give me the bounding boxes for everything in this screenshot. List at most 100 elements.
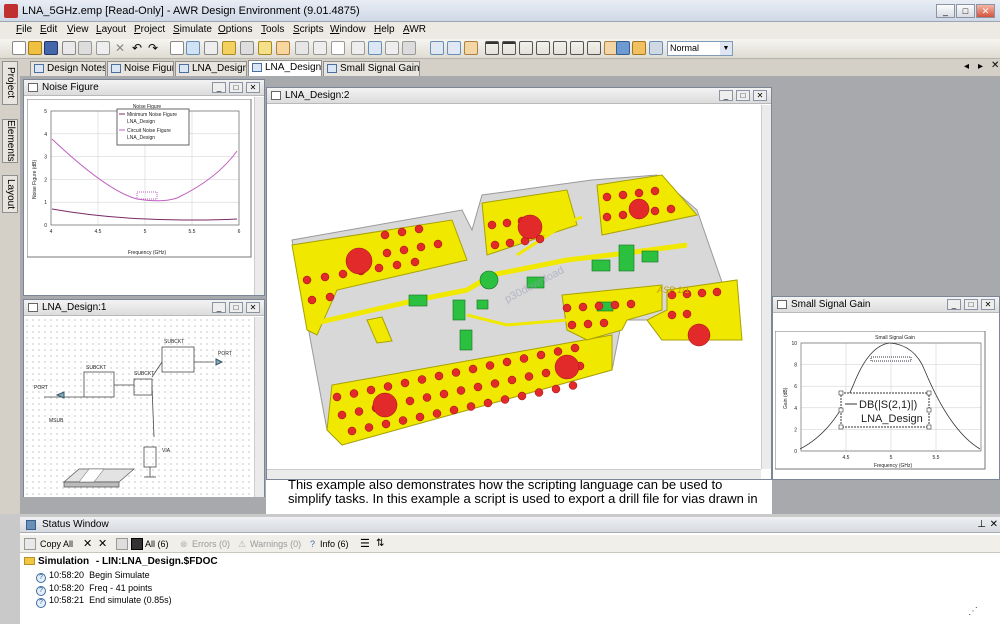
tune-tool-icon[interactable] — [276, 41, 290, 55]
analyze-icon[interactable] — [240, 41, 254, 55]
noise-figure-titlebar[interactable]: Noise Figure _ □ ✕ — [24, 80, 264, 96]
tab-design-notes[interactable]: Design Notes — [30, 61, 106, 76]
layout-view-icon[interactable] — [430, 41, 444, 55]
tab-lna-design-2[interactable]: LNA_Design:2 — [248, 60, 322, 76]
menu-layout[interactable]: Layout — [96, 24, 126, 35]
status-message[interactable]: ? 10:58:20 Begin Simulate — [36, 569, 150, 583]
lna-design-1-window[interactable]: LNA_Design:1 _ □ ✕ SUBCKT SUBCKT SUBCKT … — [23, 299, 265, 497]
align-bottom-icon[interactable] — [519, 41, 533, 55]
close-button[interactable]: ✕ — [976, 4, 995, 18]
status-group-simulation[interactable]: Simulation - LIN:LNA_Design.$FDOC — [24, 556, 218, 568]
align-center-icon[interactable] — [570, 41, 584, 55]
redo-icon[interactable]: ↷ — [148, 41, 162, 55]
clear-all-icon[interactable]: ✕ — [98, 538, 107, 550]
vertical-scrollbar[interactable] — [254, 97, 264, 295]
menu-simulate[interactable]: Simulate — [173, 24, 212, 35]
minimize-icon[interactable]: _ — [212, 302, 226, 313]
mirror-icon[interactable] — [649, 41, 663, 55]
menu-awr[interactable]: AWR — [403, 24, 426, 35]
small-signal-gain-window[interactable]: Small Signal Gain _ □ ✕ Small Signal Gai… — [772, 296, 1000, 480]
filter-errors-button[interactable]: Errors (0) — [192, 538, 230, 550]
vertical-scrollbar[interactable] — [761, 105, 771, 469]
marker-icon[interactable] — [331, 41, 345, 55]
resize-grip-icon[interactable]: ⋰ — [968, 606, 978, 617]
distribute-icon[interactable] — [587, 41, 601, 55]
lna-design-1-titlebar[interactable]: LNA_Design:1 _ □ ✕ — [24, 300, 264, 316]
filter-all-button[interactable]: All (6) — [145, 538, 169, 550]
save-icon[interactable] — [44, 41, 58, 55]
rotate-icon[interactable] — [616, 41, 630, 55]
menu-scripts[interactable]: Scripts — [293, 24, 324, 35]
tab-scroll-left-icon[interactable]: ◂ — [964, 61, 969, 72]
restore-icon[interactable]: □ — [736, 90, 750, 101]
lna-design-2-titlebar[interactable]: LNA_Design:2 _ □ ✕ — [267, 88, 771, 104]
layout-3d-icon[interactable] — [447, 41, 461, 55]
restore-icon[interactable]: □ — [229, 302, 243, 313]
align-left-icon[interactable] — [536, 41, 550, 55]
align-middle-icon[interactable] — [502, 41, 516, 55]
preview-icon[interactable] — [78, 41, 92, 55]
new-icon[interactable] — [12, 41, 26, 55]
status-window-titlebar[interactable]: Status Window ⊥ ✕ — [20, 517, 1000, 533]
close-icon[interactable]: ✕ — [246, 82, 260, 93]
filter-warnings-button[interactable]: Warnings (0) — [250, 538, 301, 550]
layout-snap-icon[interactable] — [464, 41, 478, 55]
rail-tab-elements[interactable]: Elements — [2, 119, 18, 163]
close-icon[interactable]: ✕ — [753, 90, 767, 101]
delete-icon[interactable]: ✕ — [113, 41, 127, 55]
undo-icon[interactable]: ↶ — [132, 41, 146, 55]
minimize-button[interactable]: _ — [936, 4, 955, 18]
align-top-icon[interactable] — [485, 41, 499, 55]
flip-icon[interactable] — [632, 41, 646, 55]
restore-icon[interactable]: □ — [964, 299, 978, 310]
cut-icon[interactable] — [96, 41, 110, 55]
schematic-icon[interactable] — [170, 41, 184, 55]
open-folder-icon[interactable] — [28, 41, 42, 55]
measure-icon[interactable] — [385, 41, 399, 55]
tab-small-signal-gain[interactable]: Small Signal Gain — [323, 61, 420, 76]
minimize-icon[interactable]: _ — [719, 90, 733, 101]
align-right-icon[interactable] — [553, 41, 567, 55]
restore-icon[interactable]: □ — [229, 82, 243, 93]
small-signal-gain-titlebar[interactable]: Small Signal Gain _ □ ✕ — [773, 297, 999, 313]
status-message[interactable]: ? 10:58:21 End simulate (0.85s) — [36, 594, 172, 608]
tune-icon[interactable] — [204, 41, 218, 55]
close-icon[interactable]: ✕ — [981, 299, 995, 310]
view-all-icon[interactable] — [368, 41, 382, 55]
rail-tab-project[interactable]: Project — [2, 61, 18, 105]
horizontal-scrollbar[interactable] — [267, 469, 761, 479]
minimize-icon[interactable]: _ — [212, 82, 226, 93]
collapse-icon[interactable]: ☰ — [360, 538, 370, 550]
lightning-icon[interactable] — [258, 41, 272, 55]
zoom-icon[interactable] — [351, 41, 365, 55]
tab-close-icon[interactable]: ✕ — [991, 60, 999, 71]
tab-lna-design-1[interactable]: LNA_Design:1 — [175, 61, 247, 76]
filter-icon[interactable] — [116, 538, 128, 550]
copy-all-button[interactable]: Copy All — [40, 538, 73, 550]
menu-window[interactable]: Window — [330, 24, 366, 35]
rail-tab-layout[interactable]: Layout — [2, 175, 18, 213]
close-icon[interactable]: ✕ — [246, 302, 260, 313]
simulate-icon[interactable] — [222, 41, 236, 55]
optimize-icon[interactable] — [313, 41, 327, 55]
noise-figure-window[interactable]: Noise Figure _ □ ✕ Noise Figure 543210 4… — [23, 79, 265, 296]
menu-view[interactable]: View — [67, 24, 89, 35]
pin-icon[interactable]: ⊥ — [977, 517, 986, 533]
lna-design-2-window[interactable]: LNA_Design:2 _ □ ✕ ASP 1/1 p30download — [266, 87, 772, 480]
tab-scroll-right-icon[interactable]: ▸ — [978, 61, 983, 72]
chevron-down-icon[interactable]: ▼ — [720, 42, 732, 55]
menu-edit[interactable]: Edit — [40, 24, 57, 35]
menu-file[interactable]: File — [16, 24, 32, 35]
close-icon[interactable]: ✕ — [990, 517, 998, 533]
print-icon[interactable] — [62, 41, 76, 55]
layout-3d-view[interactable]: ASP 1/1 p30download — [267, 105, 761, 469]
tab-noise-figure[interactable]: Noise Figure — [107, 61, 174, 76]
style-select[interactable]: Normal ▼ — [667, 41, 733, 56]
clear-icon[interactable]: ✕ — [83, 538, 92, 550]
vertical-scrollbar[interactable] — [254, 317, 264, 497]
sort-icon[interactable]: ⇅ — [376, 538, 384, 550]
menu-tools[interactable]: Tools — [261, 24, 284, 35]
maximize-button[interactable]: □ — [956, 4, 975, 18]
schematic-canvas[interactable]: SUBCKT SUBCKT SUBCKT PORT PORT MSUB VIA — [24, 317, 254, 497]
minimize-icon[interactable]: _ — [947, 299, 961, 310]
